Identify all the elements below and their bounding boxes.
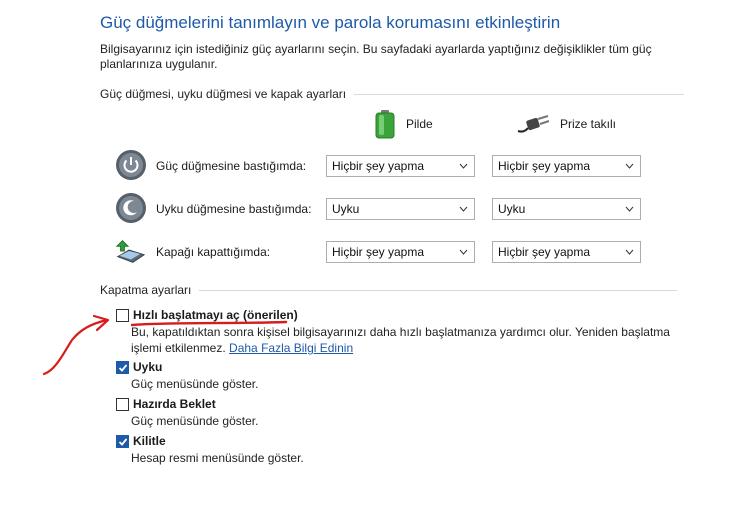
chevron-down-icon bbox=[625, 206, 634, 212]
lid-close-label: Kapağı kapattığımda: bbox=[156, 245, 271, 259]
chevron-down-icon bbox=[459, 206, 468, 212]
group-title: Güç düğmesi, uyku düğmesi ve kapak ayarl… bbox=[100, 87, 347, 101]
column-label-battery: Pilde bbox=[406, 117, 433, 131]
lock-option-label[interactable]: Kilitle bbox=[133, 434, 166, 448]
column-header-plugged-in: Prize takılı bbox=[516, 108, 616, 140]
annotation-arrowhead bbox=[92, 314, 110, 332]
chevron-down-icon bbox=[459, 249, 468, 255]
power-options-page: Güç düğmelerini tanımlayın ve parola kor… bbox=[0, 0, 752, 524]
group-header-power-buttons: Güç düğmesi, uyku düğmesi ve kapak ayarl… bbox=[100, 86, 685, 102]
power-button-label: Güç düğmesine bastığımda: bbox=[156, 159, 307, 173]
sleep-button-battery-select[interactable]: Uyku bbox=[326, 198, 475, 220]
group-divider bbox=[199, 289, 678, 291]
fast-startup-label[interactable]: Hızlı başlatmayı aç (önerilen) bbox=[133, 308, 298, 322]
select-value: Hiçbir şey yapma bbox=[332, 159, 425, 173]
chevron-down-icon bbox=[625, 163, 634, 169]
column-label-plugged-in: Prize takılı bbox=[560, 117, 617, 131]
select-value: Hiçbir şey yapma bbox=[332, 245, 425, 259]
select-value: Uyku bbox=[332, 202, 360, 216]
column-header-battery: Pilde bbox=[374, 108, 433, 140]
group-header-shutdown: Kapatma ayarları bbox=[100, 282, 678, 298]
sleep-option-label[interactable]: Uyku bbox=[133, 360, 162, 374]
sleep-button-plugged-select[interactable]: Uyku bbox=[492, 198, 641, 220]
learn-more-link[interactable]: Daha Fazla Bilgi Edinin bbox=[229, 341, 353, 355]
hibernate-option-description: Güç menüsünde göster. bbox=[131, 414, 259, 428]
laptop-lid-icon bbox=[115, 239, 146, 263]
power-button-plugged-select[interactable]: Hiçbir şey yapma bbox=[492, 155, 641, 177]
hibernate-checkbox[interactable] bbox=[116, 398, 129, 411]
page-description: Bilgisayarınız için istediğiniz güç ayar… bbox=[100, 42, 652, 71]
power-button-icon bbox=[116, 150, 146, 180]
fast-startup-description: Bu, kapatıldıktan sonra kişisel bilgisay… bbox=[131, 324, 671, 356]
chevron-down-icon bbox=[459, 163, 468, 169]
description-text: Bu, kapatıldıktan sonra kişisel bilgisay… bbox=[131, 325, 670, 355]
checkmark-icon bbox=[118, 364, 128, 372]
annotation-arrow bbox=[42, 318, 109, 376]
fast-startup-checkbox[interactable] bbox=[116, 309, 129, 322]
chevron-down-icon bbox=[625, 249, 634, 255]
lid-close-battery-select[interactable]: Hiçbir şey yapma bbox=[326, 241, 475, 263]
power-plug-icon bbox=[517, 115, 550, 133]
sleep-checkbox[interactable] bbox=[116, 361, 129, 374]
lock-checkbox[interactable] bbox=[116, 435, 129, 448]
group-divider bbox=[354, 93, 685, 95]
select-value: Hiçbir şey yapma bbox=[498, 245, 591, 259]
sleep-option-description: Güç menüsünde göster. bbox=[131, 377, 259, 391]
power-button-battery-select[interactable]: Hiçbir şey yapma bbox=[326, 155, 475, 177]
sleep-button-label: Uyku düğmesine bastığımda: bbox=[156, 202, 312, 216]
group-title: Kapatma ayarları bbox=[100, 283, 192, 297]
select-value: Uyku bbox=[498, 202, 526, 216]
lock-option-description: Hesap resmi menüsünde göster. bbox=[131, 451, 304, 465]
page-title: Güç düğmelerini tanımlayın ve parola kor… bbox=[100, 13, 561, 32]
hibernate-option-label[interactable]: Hazırda Beklet bbox=[133, 397, 216, 411]
sleep-button-icon bbox=[116, 193, 146, 223]
select-value: Hiçbir şey yapma bbox=[498, 159, 591, 173]
battery-icon bbox=[375, 110, 395, 139]
lid-close-plugged-select[interactable]: Hiçbir şey yapma bbox=[492, 241, 641, 263]
checkmark-icon bbox=[118, 438, 128, 446]
